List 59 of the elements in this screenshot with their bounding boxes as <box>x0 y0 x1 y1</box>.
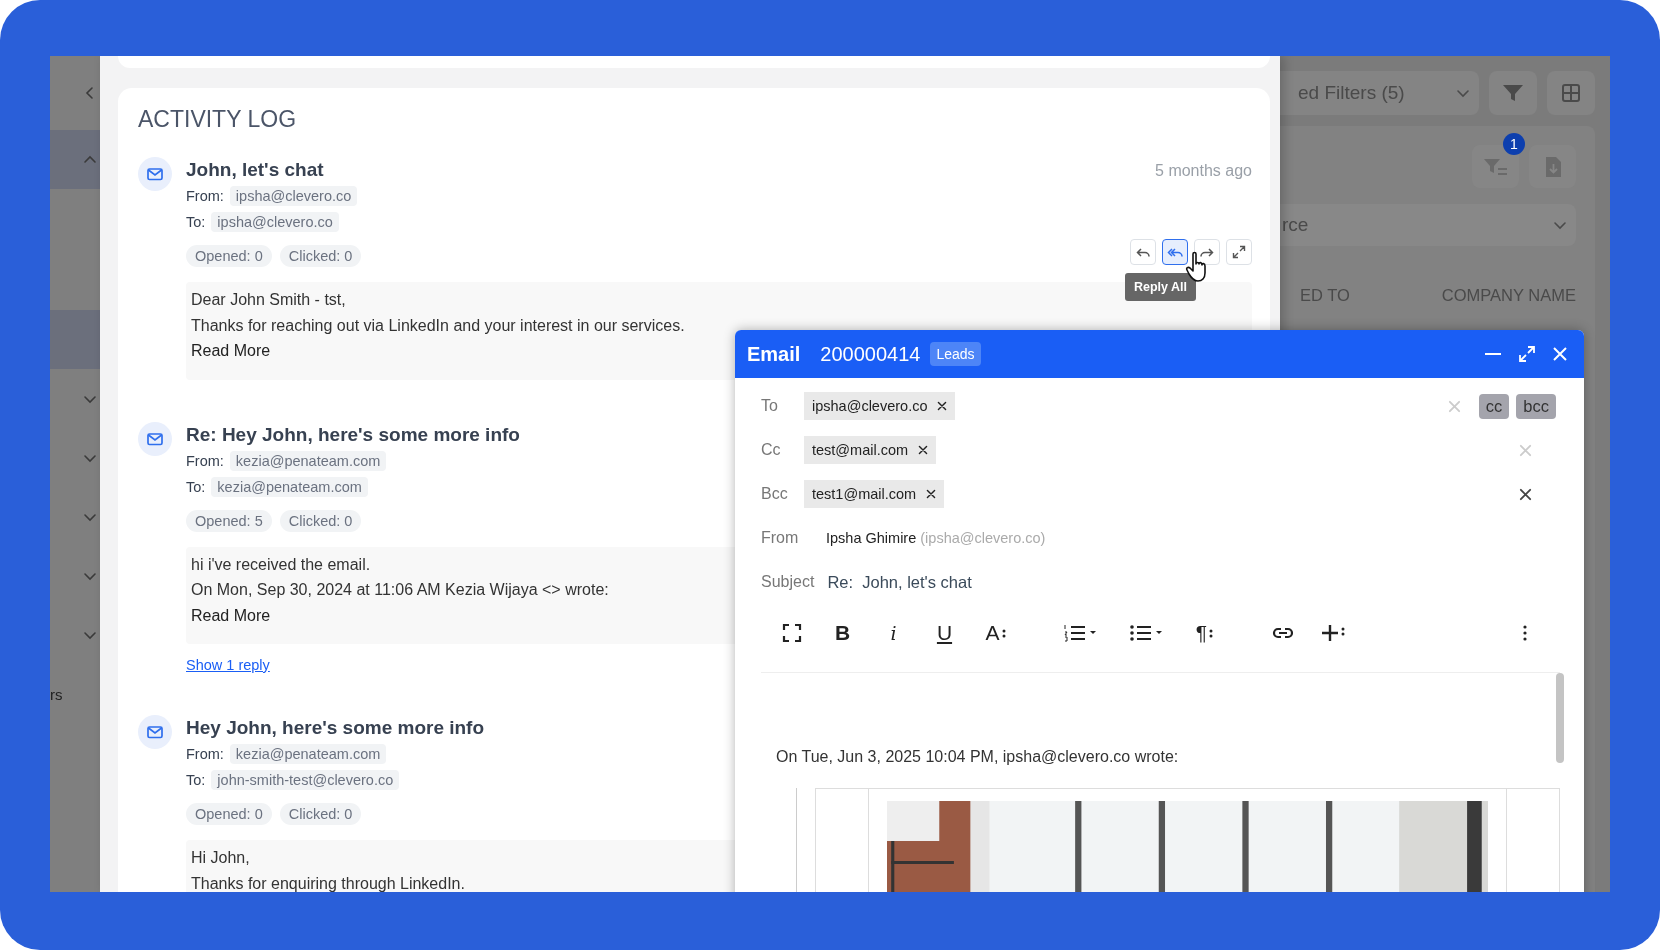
subject-field[interactable]: Re: John, let's chat <box>827 572 972 592</box>
from-label: From: <box>186 746 224 762</box>
bcc-button[interactable]: bcc <box>1516 393 1556 419</box>
tooltip: Reply All <box>1124 273 1196 301</box>
message-line: Thanks for enquiring through LinkedIn. <box>191 873 465 892</box>
paragraph-button[interactable]: ¶ <box>1179 618 1230 648</box>
recipient-chip[interactable]: ipsha@clevero.co <box>804 392 956 420</box>
read-more-link[interactable]: Read More <box>191 602 271 628</box>
record-tag: Leads <box>930 342 981 366</box>
sender-address: kezia@penateam.com <box>229 450 387 471</box>
email-subject: Hey John, here's some more info <box>186 716 485 740</box>
opened-count: Opened: 0 <box>186 245 272 267</box>
quote-header: On Tue, Jun 3, 2025 10:04 PM, ipsha@clevero.co wrote: <box>776 748 1180 766</box>
sidebar-label: rs <box>50 686 63 703</box>
record-number: 200000414 <box>820 342 921 366</box>
recipient-chip[interactable]: test@mail.com <box>804 436 937 464</box>
cc-button[interactable]: cc <box>1478 393 1510 419</box>
count-badge: 1 <box>1503 133 1525 155</box>
clicked-count: Clicked: 0 <box>279 509 362 532</box>
show-replies-link[interactable]: Show 1 reply <box>186 657 270 673</box>
sender-address: kezia@penateam.com <box>229 744 387 764</box>
clicked-count: Clicked: 0 <box>279 803 362 825</box>
read-more-link[interactable]: Read More <box>191 338 271 364</box>
column-header: ED TO <box>1300 286 1350 305</box>
timestamp: 5 months ago <box>1155 162 1252 180</box>
to-label: To: <box>186 214 206 230</box>
font-size-button[interactable]: A <box>970 618 1021 648</box>
field-label: Subject <box>761 573 815 591</box>
field-label: From <box>761 529 800 547</box>
to-label: To: <box>186 772 206 788</box>
opened-count: Opened: 5 <box>186 509 272 532</box>
section-title: ACTIVITY LOG <box>138 106 298 133</box>
underline-button[interactable]: U <box>919 618 970 648</box>
message-line: On Mon, Sep 30, 2024 at 11:06 AM Kezia Wijaya <> wrote: <box>191 580 609 600</box>
message-line: Dear John Smith - tst, <box>191 290 346 310</box>
sender-address: ipsha@clevero.co <box>229 186 358 206</box>
message-line: Hi John, <box>191 848 250 868</box>
bold-button[interactable]: B <box>817 618 868 648</box>
field-label: Bcc <box>761 485 789 503</box>
email-subject: Re: Hey John, here's some more info <box>186 422 520 447</box>
sender-name: Ipsha Ghimire <box>826 530 917 546</box>
to-label: To: <box>186 478 206 495</box>
clicked-count: Clicked: 0 <box>279 245 362 267</box>
from-label: From: <box>186 188 224 204</box>
message-line: hi i've received the email. <box>191 554 371 575</box>
italic-button[interactable]: i <box>868 618 919 648</box>
column-header: COMPANY NAME <box>1441 286 1576 305</box>
sender-address: (ipsha@clevero.co) <box>920 530 1046 546</box>
recipient-chip[interactable]: test1@mail.com <box>804 480 945 508</box>
opened-count: Opened: 0 <box>186 803 272 825</box>
window-title: Email <box>747 342 801 366</box>
email-subject: John, let's chat <box>186 158 324 182</box>
recipient-address: kezia@penateam.com <box>211 476 368 497</box>
recipient-address: john-smith-test@clevero.co <box>211 770 400 790</box>
message-line: Thanks for reaching out via LinkedIn and your interest in our services. <box>191 315 685 336</box>
field-label: To <box>761 397 779 415</box>
field-label: Cc <box>761 441 782 459</box>
from-label: From: <box>186 452 224 469</box>
recipient-address: ipsha@clevero.co <box>211 212 339 232</box>
